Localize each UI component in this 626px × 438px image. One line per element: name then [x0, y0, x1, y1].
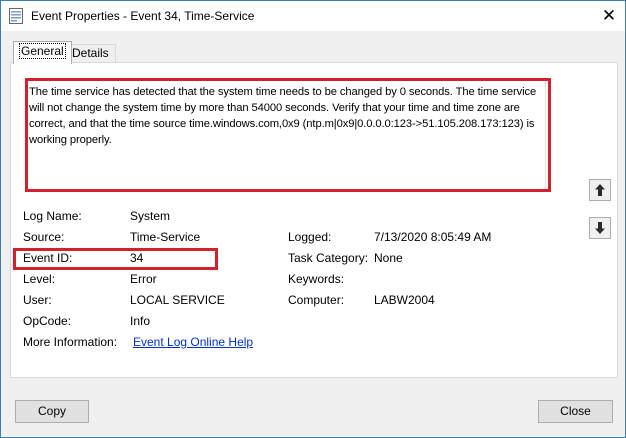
event-id-label: Event ID: [23, 251, 73, 265]
event-log-online-help-link[interactable]: Event Log Online Help [133, 335, 253, 349]
previous-event-button[interactable] [589, 179, 611, 201]
tab-general[interactable]: General [13, 41, 72, 64]
level-label: Level: [23, 272, 56, 286]
arrow-up-icon [595, 184, 605, 196]
task-category-value: None [374, 251, 403, 265]
event-log-icon [9, 8, 23, 24]
keywords-label: Keywords: [288, 272, 345, 286]
tab-details-label: Details [72, 46, 109, 60]
log-name-value: System [130, 209, 171, 223]
next-event-button[interactable] [589, 217, 611, 239]
close-icon[interactable]: ✕ [595, 3, 623, 29]
logged-label: Logged: [288, 230, 332, 244]
opcode-label: OpCode: [23, 314, 72, 328]
opcode-value: Info [130, 314, 151, 328]
user-label: User: [23, 293, 52, 307]
task-category-label: Task Category: [288, 251, 369, 265]
level-value: Error [130, 272, 157, 286]
source-value: Time-Service [130, 230, 201, 244]
tab-general-label: General [19, 43, 66, 59]
source-label: Source: [23, 230, 65, 244]
user-value: LOCAL SERVICE [130, 293, 225, 307]
window-title: Event Properties - Event 34, Time-Servic… [31, 9, 255, 23]
computer-value: LABW2004 [374, 293, 435, 307]
event-id-value: 34 [130, 251, 144, 265]
log-name-label-text: Log Name: [23, 209, 82, 223]
event-properties-window: Event Properties - Event 34, Time-Servic… [0, 0, 626, 438]
tab-details[interactable]: Details [65, 44, 116, 63]
title-bar[interactable]: Event Properties - Event 34, Time-Servic… [1, 1, 625, 31]
arrow-down-icon [595, 222, 605, 234]
close-button[interactable]: Close [538, 400, 613, 423]
log-name-label: Log Name: [23, 209, 82, 223]
computer-label: Computer: [288, 293, 345, 307]
logged-value: 7/13/2020 8:05:49 AM [374, 230, 492, 244]
more-information-label: More Information: [23, 335, 118, 349]
description-highlight [25, 78, 551, 192]
copy-button[interactable]: Copy [15, 400, 89, 423]
general-panel: The time service has detected that the s… [10, 62, 618, 378]
